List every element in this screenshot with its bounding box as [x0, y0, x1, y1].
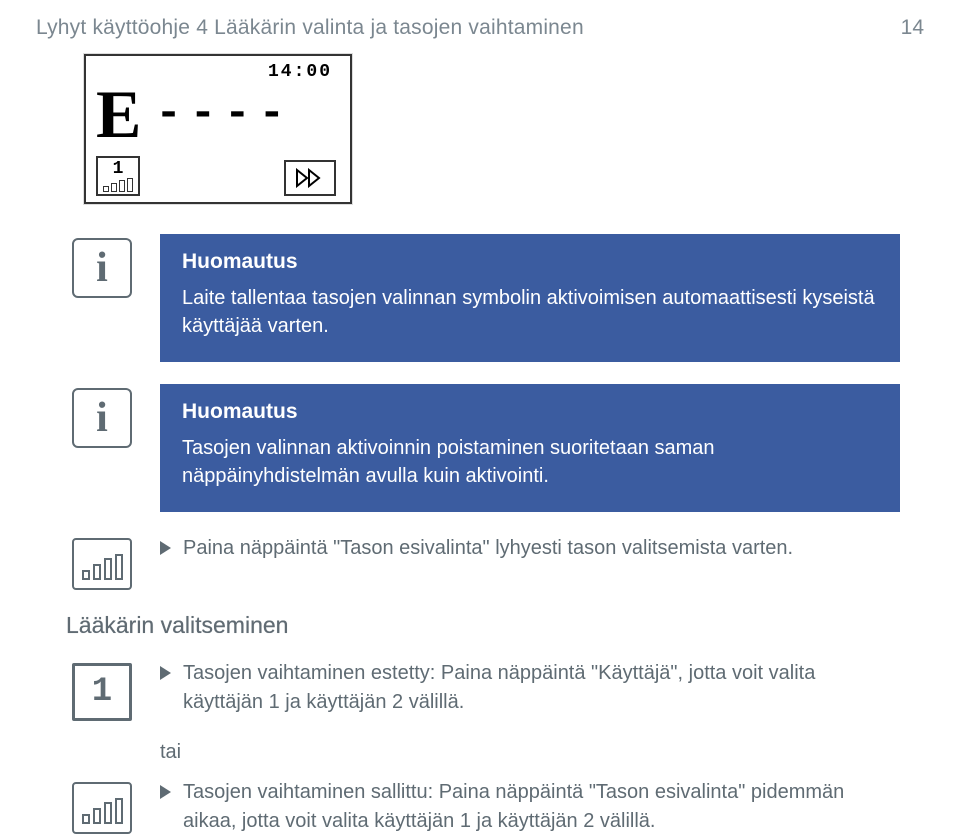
lcd-user-slot: 1 — [96, 156, 140, 196]
info-icon: i — [72, 238, 132, 298]
lcd-user-number: 1 — [113, 160, 124, 178]
section-heading: Lääkärin valitseminen — [66, 612, 924, 639]
user1-instruction-row: 1 Tasojen vaihtaminen estetty: Paina näp… — [66, 659, 924, 721]
header-title: Lyhyt käyttöohje 4 Lääkärin valinta ja t… — [36, 16, 584, 40]
lcd-screen: 14:00 E ---- 1 — [84, 54, 352, 204]
info-i-glyph: i — [96, 394, 108, 442]
bullet-triangle-icon — [160, 666, 171, 680]
note-box-2: Huomautus Tasojen valinnan aktivoinnin p… — [160, 384, 900, 512]
user-1-icon: 1 — [72, 663, 132, 721]
note-row-2: i Huomautus Tasojen valinnan aktivoinnin… — [66, 384, 924, 512]
level-preselect-icon — [72, 538, 132, 590]
lcd-bottom-row: 1 — [96, 156, 340, 198]
or-label: tai — [160, 741, 924, 764]
note2-body: Tasojen valinnan aktivoinnin poistaminen… — [182, 434, 878, 490]
level2-instruction-row: Tasojen vaihtaminen sallittu: Paina näpp… — [66, 778, 924, 836]
note-box-1: Huomautus Laite tallentaa tasojen valinn… — [160, 234, 900, 362]
lcd-letter: E — [96, 80, 141, 148]
lcd-main-row: E ---- — [96, 80, 340, 148]
level-instruction: Paina näppäintä "Tason esivalinta" lyhye… — [160, 534, 900, 563]
level2-instruction: Tasojen vaihtaminen sallittu: Paina näpp… — [160, 778, 900, 836]
lcd-level-bars — [103, 178, 133, 192]
note1-heading: Huomautus — [182, 250, 878, 274]
info-icon: i — [72, 388, 132, 448]
page-header: Lyhyt käyttöohje 4 Lääkärin valinta ja t… — [36, 16, 924, 40]
lcd-illustration: 14:00 E ---- 1 — [84, 54, 924, 204]
note-row-1: i Huomautus Laite tallentaa tasojen vali… — [66, 234, 924, 362]
note1-body: Laite tallentaa tasojen valinnan symboli… — [182, 284, 878, 340]
note2-heading: Huomautus — [182, 400, 878, 424]
bullet-triangle-icon — [160, 541, 171, 555]
lcd-fastforward-icon — [284, 160, 336, 196]
alt-instruction-row: tai — [66, 731, 924, 778]
lcd-spacer — [208, 192, 216, 196]
level-preselect-icon — [72, 782, 132, 834]
user1-instruction: Tasojen vaihtaminen estetty: Paina näppä… — [160, 659, 900, 717]
level-instruction-text: Paina näppäintä "Tason esivalinta" lyhye… — [183, 534, 793, 563]
user1-instruction-text: Tasojen vaihtaminen estetty: Paina näppä… — [183, 659, 900, 717]
lcd-dashes: ---- — [155, 89, 293, 139]
header-page-number: 14 — [901, 16, 924, 40]
level2-instruction-text: Tasojen vaihtaminen sallittu: Paina näpp… — [183, 778, 900, 836]
bullet-triangle-icon — [160, 785, 171, 799]
info-i-glyph: i — [96, 244, 108, 292]
level-instruction-row: Paina näppäintä "Tason esivalinta" lyhye… — [66, 534, 924, 590]
